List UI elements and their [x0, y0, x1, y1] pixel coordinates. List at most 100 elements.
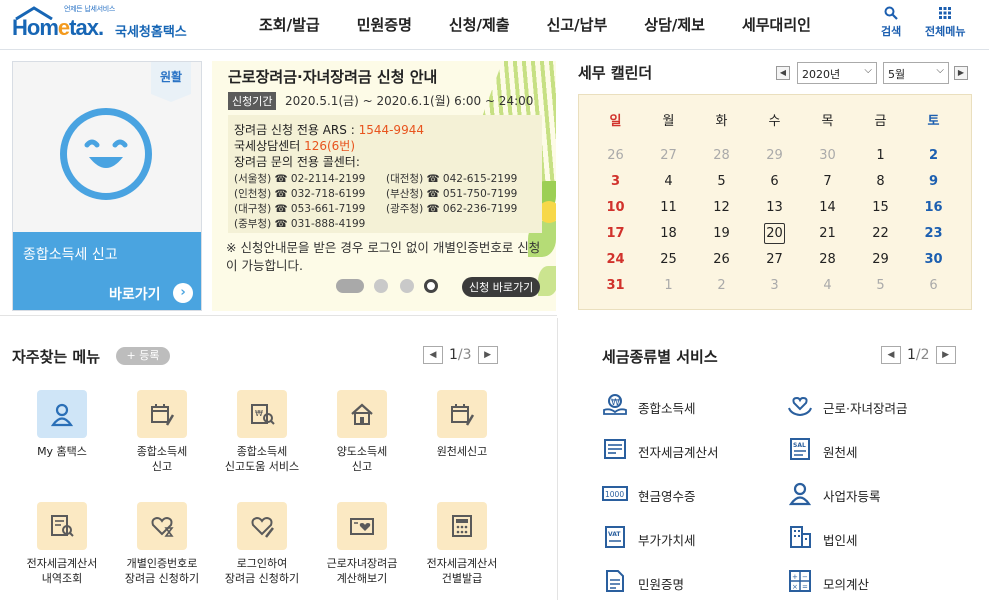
all-menu-button[interactable]: 전체메뉴 [925, 6, 965, 39]
calendar-day[interactable]: 19 [695, 221, 748, 247]
tax-service-label: 부가가치세 [638, 533, 696, 548]
frequent-menu-item[interactable]: 전자세금계산서 건별발급 [412, 502, 512, 586]
pager-next-button[interactable]: ▶ [477, 346, 498, 364]
weekday-header: 일 [609, 114, 622, 129]
calendar-day[interactable]: 22 [854, 221, 907, 247]
pager-next-button[interactable]: ▶ [935, 346, 956, 364]
month-select[interactable]: 5월 ⌵ [883, 62, 949, 84]
calendar-day[interactable]: 26 [589, 143, 642, 169]
frequent-menu-item[interactable]: 전자세금계산서 내역조회 [12, 502, 112, 586]
calendar-pen-icon [137, 390, 187, 438]
frequent-menu-item[interactable]: 종합소득세 신고 [112, 390, 212, 474]
nav-inquiry-issue[interactable]: 조회/발급 [259, 14, 320, 35]
nav-certificate[interactable]: 민원증명 [357, 14, 412, 35]
calendar-day[interactable]: 25 [642, 247, 695, 273]
incentive-banner[interactable]: 근로장려금·자녀장려금 신청 안내 신청기간 2020.5.1(금) ~ 202… [212, 61, 556, 311]
svg-text:1000: 1000 [605, 490, 624, 499]
calendar-day[interactable]: 11 [642, 195, 695, 221]
calendar-day[interactable]: 3 [748, 273, 801, 299]
calendar-day[interactable]: 7 [801, 169, 854, 195]
calendar-day[interactable]: 2 [907, 143, 960, 169]
frequent-menu-label: 양도소득세 신고 [336, 445, 388, 473]
calendar-day[interactable]: 27 [748, 247, 801, 273]
frequent-menu-item[interactable]: 원천세신고 [412, 390, 512, 459]
carousel-dot-2[interactable] [374, 279, 388, 293]
carousel-dot-3[interactable] [400, 279, 414, 293]
calendar-day[interactable]: 28 [801, 247, 854, 273]
calendar-day[interactable]: 8 [854, 169, 907, 195]
frequent-menu-item[interactable]: My 홈택스 [12, 390, 112, 459]
hometax-logo[interactable]: 언제든 납세서비스 Hometax. 국세청홈택스 [12, 4, 202, 46]
calendar-day[interactable]: 27 [642, 143, 695, 169]
search-button[interactable]: 검색 [881, 6, 901, 39]
calendar-day[interactable]: 29 [854, 247, 907, 273]
nav-tax-agent[interactable]: 세무대리인 [742, 14, 811, 35]
pager-prev-button[interactable]: ◀ [423, 346, 443, 364]
calendar-day[interactable]: 31 [589, 273, 642, 299]
svg-text:+: + [792, 573, 798, 581]
all-menu-label: 전체메뉴 [925, 25, 966, 38]
nav-consult-report[interactable]: 상담/제보 [644, 14, 705, 35]
apply-shortcut-button[interactable]: 신청 바로가기 [462, 277, 541, 297]
calendar-prev-button[interactable]: ◀ [776, 66, 790, 80]
calendar-day[interactable]: 23 [907, 221, 960, 247]
calendar-day[interactable]: 24 [589, 247, 642, 273]
carousel-stop-button[interactable] [424, 279, 438, 293]
tax-service-label: 법인세 [823, 533, 858, 548]
card-go-link[interactable]: 바로가기 [109, 284, 161, 304]
tax-service-label: 모의계산 [823, 577, 870, 592]
nav-apply-submit[interactable]: 신청/제출 [449, 14, 510, 35]
calendar-day[interactable]: 9 [907, 169, 960, 195]
calendar-day[interactable]: 13 [748, 195, 801, 221]
pager-number: 1/2 [907, 347, 930, 363]
calendar-day[interactable]: 1 [854, 143, 907, 169]
grid-menu-icon [939, 7, 952, 19]
calendar-day[interactable]: 30 [907, 247, 960, 273]
frequent-menu-label: 종합소득세 신고 [136, 445, 188, 473]
heart-pen-icon [237, 502, 287, 550]
calendar-day[interactable]: 15 [854, 195, 907, 221]
nav-report-pay[interactable]: 신고/납부 [547, 14, 608, 35]
calendar-day[interactable]: 5 [854, 273, 907, 299]
calendar-day[interactable]: 20 [748, 221, 801, 247]
calendar-day[interactable]: 26 [695, 247, 748, 273]
calendar-day[interactable]: 28 [695, 143, 748, 169]
calendar-day[interactable]: 18 [642, 221, 695, 247]
frequent-menu-item[interactable]: 근로자녀장려금 계산해보기 [312, 502, 412, 586]
calendar-day[interactable]: 3 [589, 169, 642, 195]
calendar-day[interactable]: 1 [642, 273, 695, 299]
pager-prev-button[interactable]: ◀ [881, 346, 901, 364]
calendar-day[interactable]: 4 [801, 273, 854, 299]
calendar-day[interactable]: 12 [695, 195, 748, 221]
calendar-day[interactable]: 29 [748, 143, 801, 169]
register-menu-button[interactable]: + 등록 [116, 347, 170, 365]
calendar-title: 세무 캘린더 [578, 64, 653, 82]
calendar-day[interactable]: 10 [589, 195, 642, 221]
calendar-day[interactable]: 30 [801, 143, 854, 169]
carousel-dot-1[interactable] [336, 279, 364, 293]
calendar-day[interactable]: 16 [907, 195, 960, 221]
calendar-day[interactable]: 21 [801, 221, 854, 247]
calendar-day[interactable]: 14 [801, 195, 854, 221]
person-icon [37, 390, 87, 438]
frequent-menu-label: 종합소득세 신고도움 서비스 [224, 445, 300, 473]
income-tax-card[interactable]: 원활 종합소득세 신고 바로가기 › [12, 61, 202, 311]
nts-line: 국세상담센터 126(6번) [234, 139, 356, 153]
weekday-header: 토 [927, 114, 940, 129]
calendar-day[interactable]: 6 [748, 169, 801, 195]
calendar-day[interactable]: 5 [695, 169, 748, 195]
frequent-menu-item[interactable]: 개별인증번호로 장려금 신청하기 [112, 502, 212, 586]
calendar-day[interactable]: 6 [907, 273, 960, 299]
year-select[interactable]: 2020년 ⌵ [797, 62, 877, 84]
calendar-next-button[interactable]: ▶ [954, 66, 968, 80]
calendar-day[interactable]: 4 [642, 169, 695, 195]
frequent-menu-item[interactable]: 로그인하여 장려금 신청하기 [212, 502, 312, 586]
svg-text:=: = [802, 583, 808, 591]
frequent-menu-item[interactable]: ₩ 종합소득세 신고도움 서비스 [212, 390, 312, 474]
chevron-right-icon[interactable]: › [173, 283, 193, 303]
weekday-header: 목 [821, 114, 834, 129]
frequent-menu-item[interactable]: 양도소득세 신고 [312, 390, 412, 474]
tax-service-label: 민원증명 [638, 577, 685, 592]
calendar-day[interactable]: 2 [695, 273, 748, 299]
calendar-day[interactable]: 17 [589, 221, 642, 247]
